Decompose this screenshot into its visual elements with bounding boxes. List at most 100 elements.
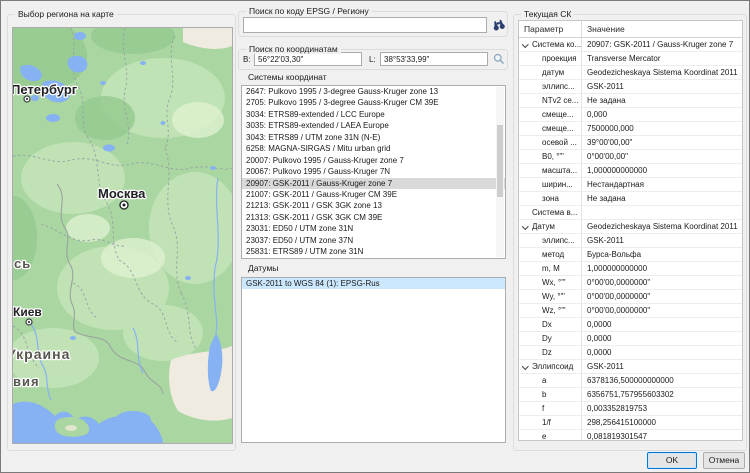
crs-list-item[interactable]: 23031: ED50 / UTM zone 31N — [242, 223, 505, 234]
column-header-value[interactable]: Значение — [582, 21, 742, 37]
cs-value-cell: Geodezicheskaya Sistema Koordinat 2011 — [582, 66, 742, 79]
map-label-ukraine: Украина — [13, 346, 70, 362]
cs-table-row[interactable]: проекцияTransverse Mercator — [519, 52, 742, 66]
cs-parameter-cell: e — [519, 430, 582, 441]
crs-list-scrollbar[interactable] — [496, 87, 504, 257]
cs-table-row[interactable]: Wx, °'"0°00'00,0000000" — [519, 276, 742, 290]
kiev-marker-dot — [28, 321, 30, 323]
crs-list-item[interactable]: 2705: Pulkovo 1995 / 3-degree Gauss-Krug… — [242, 97, 505, 108]
cs-table-row[interactable]: B0, °'"0°00'00,00" — [519, 150, 742, 164]
cs-parameter-cell: Система в... — [519, 206, 582, 219]
datum-list[interactable]: GSK-2011 to WGS 84 (1): EPSG-Rus — [241, 277, 506, 443]
cs-value-cell: GSK-2011 — [582, 234, 742, 247]
crs-list-item[interactable]: 25831: ETRS89 / UTM zone 31N — [242, 246, 505, 257]
cs-table-row[interactable]: масшта...1,000000000000 — [519, 164, 742, 178]
map-label-kiev: Киев — [13, 305, 42, 319]
cs-value-cell: 1,000000000000 — [582, 164, 742, 177]
cs-table-row[interactable]: ЭллипсоидGSK-2011 — [519, 360, 742, 374]
cs-table-row[interactable]: Система ко...20907: GSK-2011 / Gauss-Kru… — [519, 38, 742, 52]
cs-table-row[interactable]: методБурса-Вольфа — [519, 248, 742, 262]
cs-table-row[interactable]: Dx0,0000 — [519, 318, 742, 332]
crs-list-item[interactable]: 3035: ETRS89-extended / LAEA Europe — [242, 120, 505, 131]
crs-list[interactable]: 2647: Pulkovo 1995 / 3-degree Gauss-Krug… — [241, 85, 506, 259]
cs-table-row[interactable]: эллипс...GSK-2011 — [519, 234, 742, 248]
cs-value-cell: Не задана — [582, 94, 742, 107]
crs-list-item[interactable]: 2647: Pulkovo 1995 / 3-degree Gauss-Krug… — [242, 86, 505, 97]
cs-table-row[interactable]: Система в... — [519, 206, 742, 220]
chevron-down-icon[interactable] — [522, 42, 528, 48]
cs-parameter-cell: a — [519, 374, 582, 387]
cs-parameter-cell: эллипс... — [519, 80, 582, 93]
cs-parameter-cell: Система ко... — [519, 38, 582, 51]
cs-table-row[interactable]: b6356751,757955603302 — [519, 388, 742, 402]
crs-list-item[interactable]: 21007: GSK-2011 / Gauss-Kruger CM 39E — [242, 189, 505, 200]
crs-list-item[interactable]: 3034: ETRS89-extended / LCC Europe — [242, 109, 505, 120]
cs-table-row[interactable]: Dz0,0000 — [519, 346, 742, 360]
cs-table-row[interactable]: NTv2 се...Не задана — [519, 94, 742, 108]
cs-table-row[interactable]: зонаНе задана — [519, 192, 742, 206]
cs-table-row[interactable]: смеще...0,000 — [519, 108, 742, 122]
crs-list-item[interactable]: 23037: ED50 / UTM zone 37N — [242, 235, 505, 246]
cs-table-row[interactable]: смеще...7500000,000 — [519, 122, 742, 136]
cancel-button[interactable]: Отмена — [703, 452, 745, 469]
crs-list-item[interactable]: 20007: Pulkovo 1995 / Gauss-Kruger zone … — [242, 155, 505, 166]
cs-table-row[interactable]: e0,081819301547 — [519, 430, 742, 441]
chevron-down-icon[interactable] — [522, 364, 528, 370]
cs-value-cell: Geodezicheskaya Sistema Koordinat 2011 — [582, 220, 742, 233]
cs-table-row[interactable]: эллипс...GSK-2011 — [519, 80, 742, 94]
cs-table-row[interactable]: датумGeodezicheskaya Sistema Koordinat 2… — [519, 66, 742, 80]
cs-value-cell: 0°00'00,0000000" — [582, 290, 742, 303]
crs-list-item[interactable]: 6258: MAGNA-SIRGAS / Mitu urban grid — [242, 143, 505, 154]
coord-search-button[interactable] — [492, 52, 505, 65]
cs-value-cell: 0,0000 — [582, 318, 742, 331]
region-map[interactable]: Петербург Москва Киев Украина сь вия — [12, 27, 233, 444]
epsg-search-button[interactable] — [490, 16, 506, 32]
crs-list-item[interactable]: 21313: GSK-2011 / GSK 3GK CM 39E — [242, 212, 505, 223]
search-icon — [493, 53, 505, 65]
cs-parameter-cell: Эллипсоид — [519, 360, 582, 373]
cs-parameter-cell: Wy, °'" — [519, 290, 582, 303]
cs-table-row[interactable]: Dy0,0000 — [519, 332, 742, 346]
cs-value-cell: 0°00'00,0000000" — [582, 276, 742, 289]
cs-table-row[interactable]: f0,003352819753 — [519, 402, 742, 416]
cs-table-row[interactable]: m, M1,000000000000 — [519, 262, 742, 276]
cs-value-cell — [582, 206, 742, 219]
cs-table-row[interactable]: a6378136,500000000000 — [519, 374, 742, 388]
datum-list-item[interactable]: GSK-2011 to WGS 84 (1): EPSG-Rus — [242, 278, 505, 289]
cs-parameter-cell: ширин... — [519, 178, 582, 191]
crs-list-item[interactable]: 20907: GSK-2011 / Gauss-Kruger zone 7 — [242, 178, 505, 189]
crs-list-scrollbar-thumb[interactable] — [497, 125, 503, 197]
cs-parameter-cell: масшта... — [519, 164, 582, 177]
chevron-down-icon[interactable] — [522, 224, 528, 230]
datum-list-items: GSK-2011 to WGS 84 (1): EPSG-Rus — [242, 278, 505, 289]
epsg-search-input[interactable] — [243, 17, 487, 33]
moscow-marker-dot — [123, 204, 126, 207]
cs-table-row[interactable]: Wy, °'"0°00'00,0000000" — [519, 290, 742, 304]
cs-value-cell: 0,000 — [582, 108, 742, 121]
crs-list-item[interactable]: 3043: ETRS89 / UTM zone 31N (N-E) — [242, 132, 505, 143]
l-coordinate-input[interactable] — [380, 52, 488, 66]
map-region-group-title: Выбор региона на карте — [15, 9, 117, 19]
cs-table-row[interactable]: осевой ...39°00'00,00" — [519, 136, 742, 150]
cs-table-row[interactable]: ширин...Нестандартная — [519, 178, 742, 192]
cs-table-row[interactable]: 1/f298,256415100000 — [519, 416, 742, 430]
crs-list-title: Системы координат — [248, 72, 327, 82]
crs-list-item[interactable]: 21213: GSK-2011 / GSK 3GK zone 13 — [242, 200, 505, 211]
cs-parameter-cell: f — [519, 402, 582, 415]
cs-parameter-cell: Dz — [519, 346, 582, 359]
crs-list-item[interactable]: 20067: Pulkovo 1995 / Gauss-Kruger 7N — [242, 166, 505, 177]
b-coordinate-input[interactable] — [254, 52, 362, 66]
coord-search-group-title: Поиск по координатам — [246, 44, 341, 54]
cs-value-cell: 0°00'00,0000000" — [582, 304, 742, 317]
epsg-search-group-title: Поиск по коду EPSG / Региону — [246, 6, 372, 16]
cs-table-row[interactable]: ДатумGeodezicheskaya Sistema Koordinat 2… — [519, 220, 742, 234]
cs-parameter-cell: m, M — [519, 262, 582, 275]
ok-button[interactable]: OK — [647, 452, 697, 469]
cs-value-cell: 6378136,500000000000 — [582, 374, 742, 387]
cs-parameter-cell: метод — [519, 248, 582, 261]
cs-table-row[interactable]: Wz, °'"0°00'00,0000000" — [519, 304, 742, 318]
cs-value-cell: 0,003352819753 — [582, 402, 742, 415]
l-label: L: — [369, 55, 376, 64]
cs-parameter-table[interactable]: Параметр Значение Система ко...20907: GS… — [518, 20, 743, 441]
column-header-parameter[interactable]: Параметр — [519, 21, 582, 37]
